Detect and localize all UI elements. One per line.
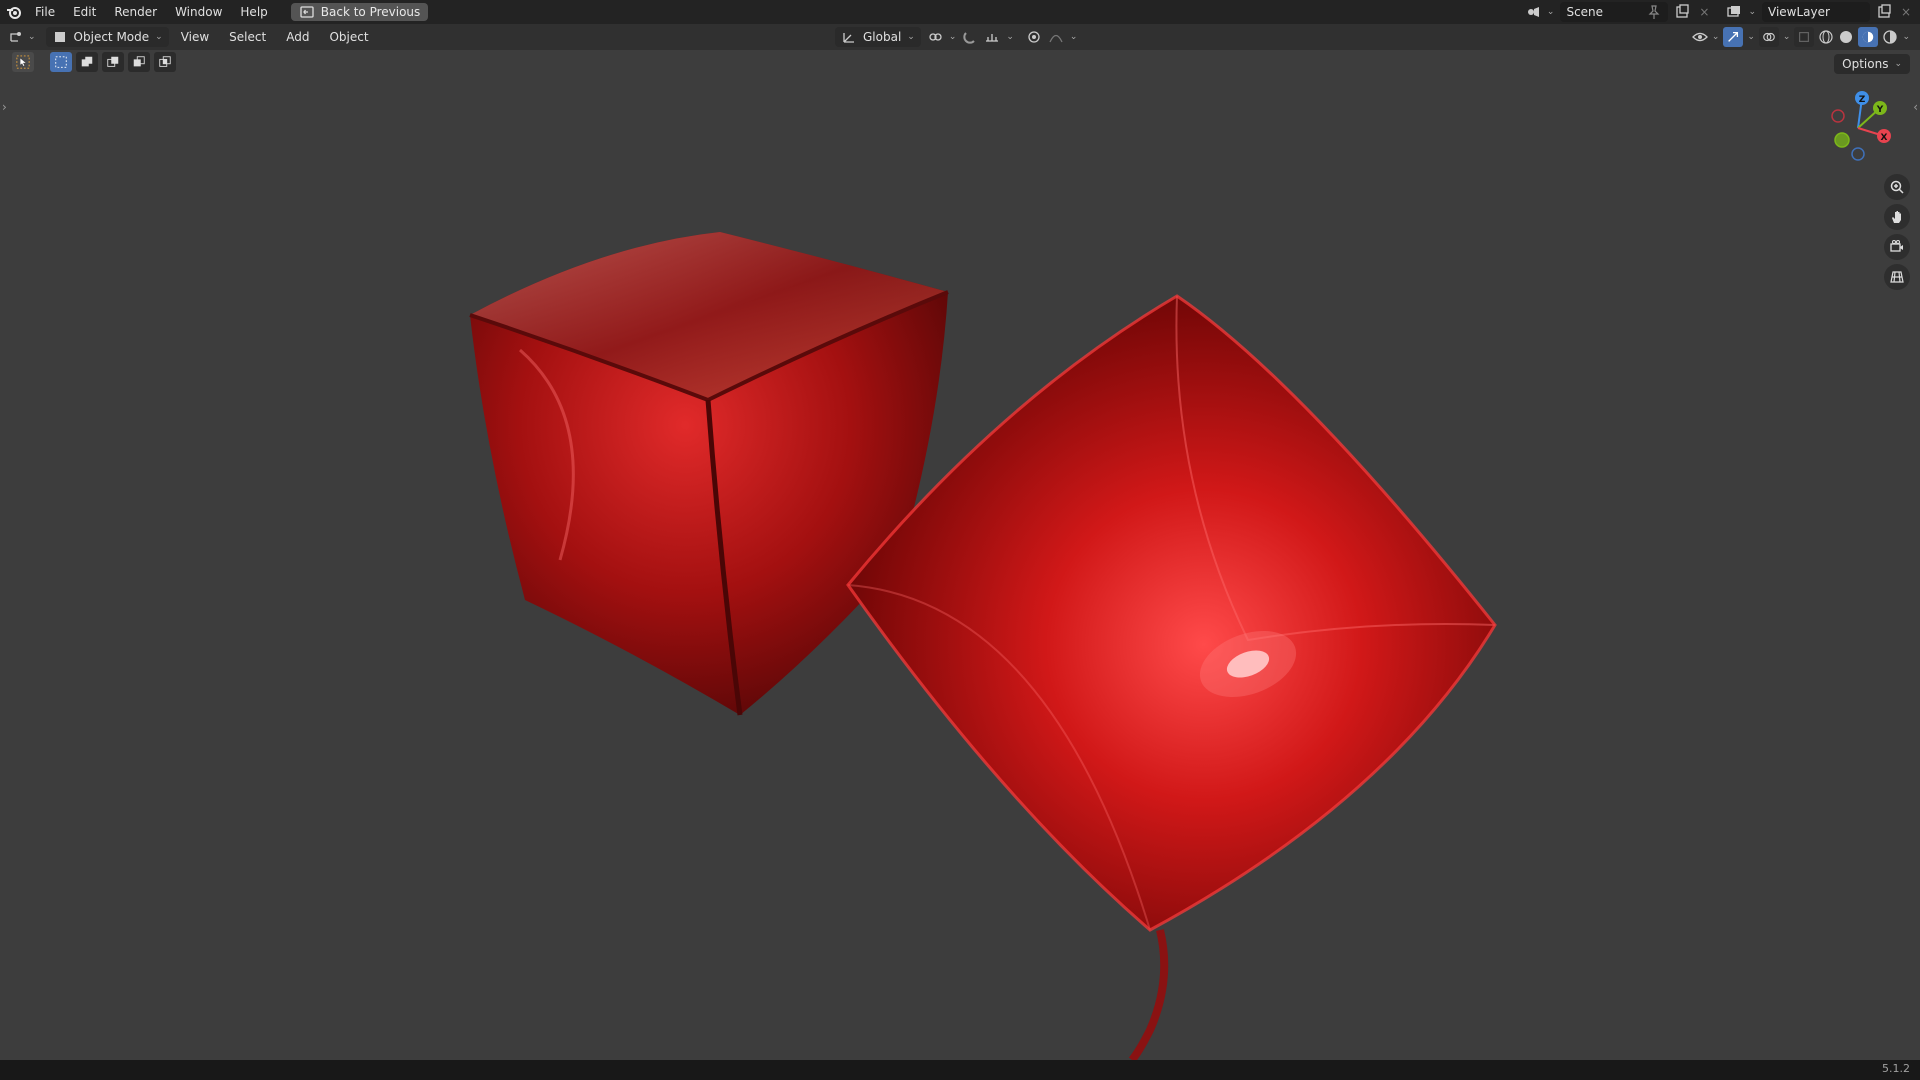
menu-edit[interactable]: Edit [64,0,105,24]
visibility-icon[interactable] [1691,29,1708,45]
select-intersect-icon [159,56,171,67]
overlays-icon[interactable] [1758,27,1779,47]
options-label: Options [1842,57,1889,71]
right-sidebar-toggle-icon[interactable]: ‹ [1913,100,1918,114]
view-layer-name: ViewLayer [1768,5,1830,19]
wireframe-shading-icon[interactable] [1818,29,1834,45]
x-axis-label: X [1881,133,1888,143]
scene-field[interactable]: Scene [1560,2,1669,22]
chevron-down-icon: ⌄ [155,32,163,42]
zoom-button[interactable] [1884,174,1910,200]
chevron-down-icon[interactable]: ⌄ [1783,32,1791,42]
object-mode-icon [52,29,68,45]
selection-mode-invert-button[interactable] [128,52,150,72]
viewport-3d[interactable]: › ‹ [0,50,1920,1060]
menu-file[interactable]: File [26,0,64,24]
chevron-down-icon[interactable]: ⌄ [1902,32,1910,42]
snap-target-icon[interactable] [984,29,1000,45]
orientation-icon [841,29,857,45]
y-axis-label: Y [1876,105,1884,115]
selection-mode-intersect-button[interactable] [154,52,176,72]
chevron-down-icon[interactable]: ⌄ [1547,7,1555,17]
menu-render[interactable]: Render [105,0,166,24]
new-scene-icon[interactable] [1674,4,1690,20]
object-mode-label: Object Mode [73,30,150,44]
scene-name: Scene [1566,5,1604,19]
view-layer-icon[interactable] [1726,4,1742,20]
camera-view-button[interactable] [1884,234,1910,260]
balloon-string [1128,929,1169,1060]
snap-icon[interactable] [962,29,978,45]
menu-add[interactable]: Add [278,24,317,50]
pan-button[interactable] [1884,204,1910,230]
select-extend-icon [81,56,93,67]
falloff-icon[interactable] [1048,29,1064,45]
top-bar: File Edit Render Window Help Back to Pre… [0,0,1920,24]
tool-settings-row [12,52,176,72]
menu-object[interactable]: Object [321,24,376,50]
editor-type-icon[interactable] [8,29,24,45]
solid-shading-icon[interactable] [1838,29,1854,45]
view-layer-field[interactable]: ViewLayer [1762,2,1870,22]
chevron-down-icon[interactable]: ⌄ [1006,32,1014,42]
scene-type-icon[interactable] [1525,4,1541,20]
menu-view[interactable]: View [173,24,217,50]
chevron-down-icon[interactable]: ⌄ [1747,32,1755,42]
material-shading-icon[interactable] [1858,27,1879,47]
select-subtract-icon [107,56,119,67]
select-new-icon [55,56,67,68]
chevron-down-icon[interactable]: ⌄ [949,32,957,42]
hand-icon [1892,211,1901,223]
camera-icon [1890,240,1903,252]
neg-x-handle[interactable] [1831,109,1845,123]
balloon-scene [469,232,1497,1060]
proportional-editing-icon[interactable] [1026,29,1042,45]
grid-perspective-icon [1890,271,1904,283]
chevron-down-icon: ⌄ [907,32,915,42]
blender-logo-icon[interactable] [6,4,22,20]
gizmo-toggle-icon[interactable] [1723,27,1744,47]
back-to-previous-label: Back to Previous [320,5,421,19]
navigation-gizmo[interactable]: Z Y X [1818,88,1898,168]
pivot-point-icon[interactable] [927,29,943,45]
balloon-diamond-front[interactable] [846,294,1497,932]
transform-orientation-label: Global [863,30,902,44]
chevron-down-icon[interactable]: ⌄ [28,32,36,42]
menu-select[interactable]: Select [221,24,274,50]
chevron-down-icon[interactable]: ⌄ [1070,32,1078,42]
z-axis-label: Z [1859,95,1866,105]
viewport-header: ⌄ Object Mode ⌄ View Select Add Object G… [0,24,1920,50]
selection-mode-extend-button[interactable] [76,52,98,72]
perspective-toggle-button[interactable] [1884,264,1910,290]
back-icon [299,4,315,20]
version-label: 5.1.2 [1882,1062,1910,1075]
object-mode-dropdown[interactable]: Object Mode ⌄ [45,27,169,47]
cursor-icon [16,55,30,69]
chevron-down-icon[interactable]: ⌄ [1748,7,1756,17]
chevron-down-icon: ⌄ [1894,59,1902,69]
transform-orientation-dropdown[interactable]: Global ⌄ [835,27,921,47]
menu-window[interactable]: Window [166,0,231,24]
neg-y-handle[interactable] [1834,132,1850,148]
neg-z-handle[interactable] [1851,147,1865,161]
options-dropdown[interactable]: Options ⌄ [1834,54,1910,74]
close-view-layer-icon[interactable]: × [1898,4,1914,20]
selection-mode-subtract-button[interactable] [102,52,124,72]
back-to-previous-button[interactable]: Back to Previous [290,3,429,21]
selection-mode-new-button[interactable] [50,52,72,72]
select-tool-button[interactable] [12,52,34,72]
select-invert-icon [133,56,145,67]
menu-help[interactable]: Help [231,0,276,24]
status-bar: 5.1.2 [0,1060,1920,1080]
pin-icon[interactable] [1646,4,1662,20]
left-sidebar-toggle-icon[interactable]: › [2,100,7,114]
close-scene-icon[interactable]: × [1696,4,1712,20]
balloon-cube-back[interactable] [469,232,949,716]
chevron-down-icon[interactable]: ⌄ [1712,32,1720,42]
rendered-shading-icon[interactable] [1882,29,1898,45]
zoom-icon [1890,180,1904,194]
xray-icon[interactable] [1794,27,1815,47]
new-view-layer-icon[interactable] [1876,4,1892,20]
